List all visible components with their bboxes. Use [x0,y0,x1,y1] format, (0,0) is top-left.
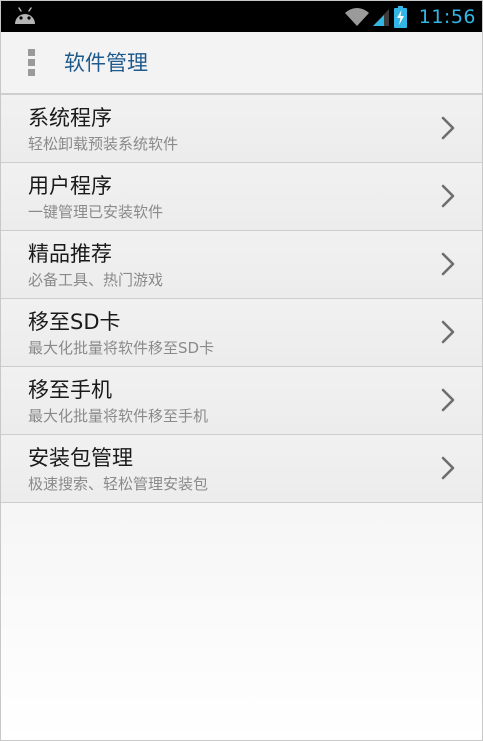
item-title: 移至手机 [28,378,112,402]
wifi-icon [344,7,369,26]
status-clock: 11:56 [418,5,476,28]
item-subtitle: 必备工具、热门游戏 [28,271,164,289]
menu-list: 系统程序 轻松卸载预装系统软件 用户程序 一键管理已安装软件 精品推荐 必备工具… [1,95,482,503]
item-subtitle: 最大化批量将软件移至SD卡 [28,339,215,357]
item-title: 精品推荐 [28,242,112,266]
list-item-recommended[interactable]: 精品推荐 必备工具、热门游戏 [1,231,482,299]
status-icons: 11:56 [344,1,476,32]
android-icon [15,7,35,24]
list-item-move-to-sd[interactable]: 移至SD卡 最大化批量将软件移至SD卡 [1,299,482,367]
chevron-right-icon [441,320,455,344]
page-title: 软件管理 [64,51,148,75]
signal-icon [372,8,389,26]
app-window: 11:56 软件管理 系统程序 轻松卸载预装系统软件 用户程序 一键管理已安装软… [0,0,483,741]
action-bar: 软件管理 [1,32,482,95]
battery-charging-icon [393,5,407,28]
item-title: 系统程序 [28,106,112,130]
item-subtitle: 最大化批量将软件移至手机 [28,407,209,425]
item-subtitle: 一键管理已安装软件 [28,203,164,221]
chevron-right-icon [441,116,455,140]
overflow-menu-icon[interactable] [28,49,36,77]
chevron-right-icon [441,456,455,480]
item-title: 安装包管理 [28,446,133,470]
list-item-user-apps[interactable]: 用户程序 一键管理已安装软件 [1,163,482,231]
chevron-right-icon [441,388,455,412]
list-item-apk-manager[interactable]: 安装包管理 极速搜索、轻松管理安装包 [1,435,482,503]
list-item-move-to-phone[interactable]: 移至手机 最大化批量将软件移至手机 [1,367,482,435]
item-title: 用户程序 [28,174,112,198]
item-subtitle: 轻松卸载预装系统软件 [28,135,179,153]
chevron-right-icon [441,184,455,208]
list-item-system-apps[interactable]: 系统程序 轻松卸载预装系统软件 [1,95,482,163]
status-bar: 11:56 [1,1,482,32]
item-subtitle: 极速搜索、轻松管理安装包 [28,475,209,493]
item-title: 移至SD卡 [28,310,121,334]
chevron-right-icon [441,252,455,276]
